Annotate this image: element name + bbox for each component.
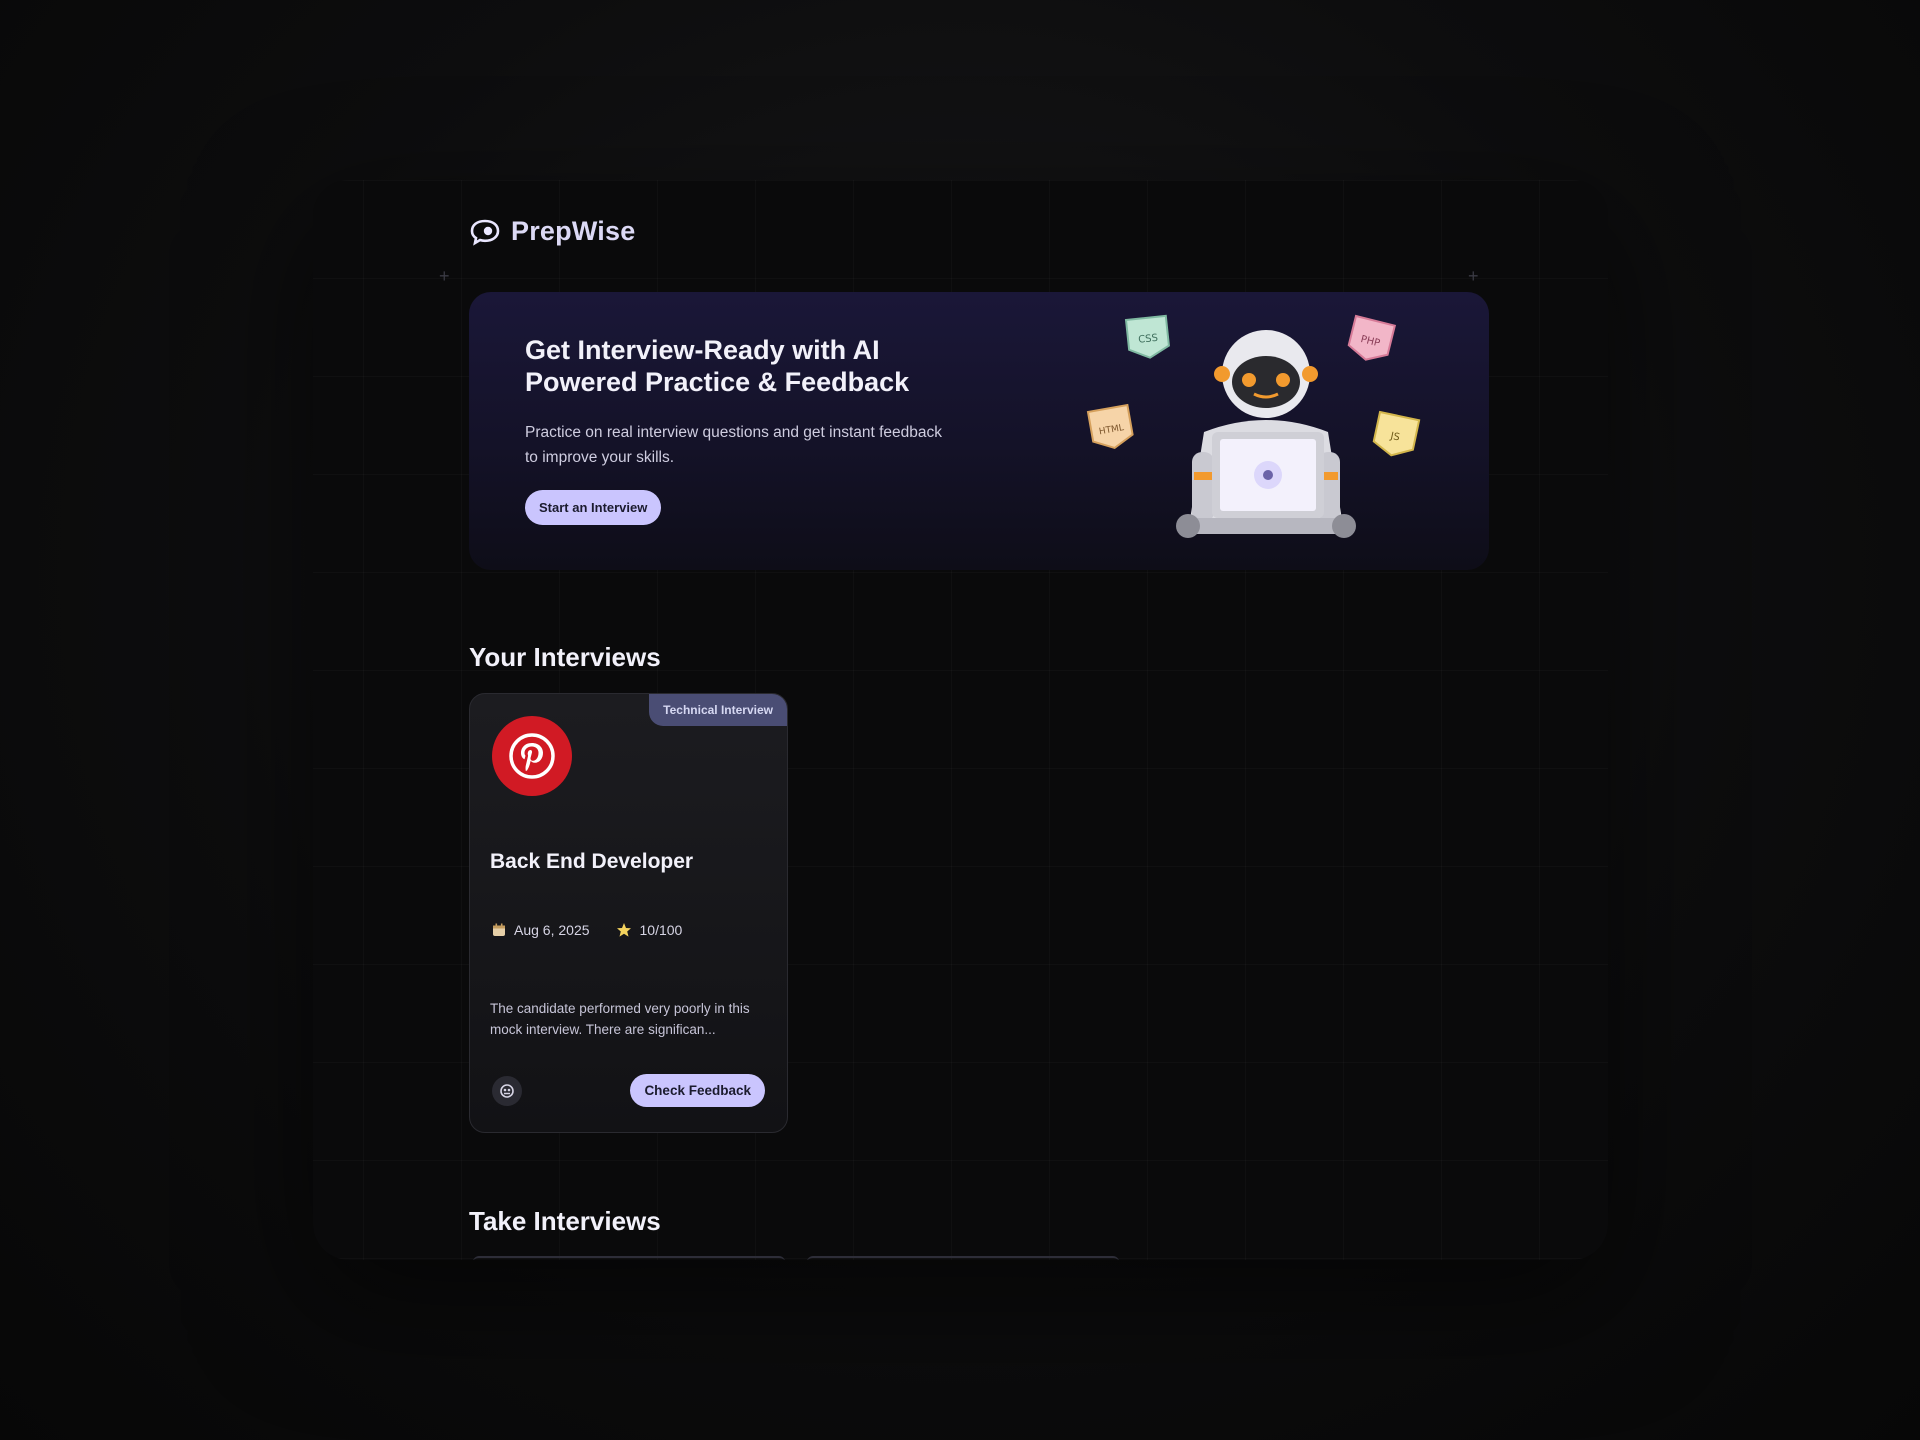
your-interviews-heading: Your Interviews [469,642,661,672]
hero-title-line: Get Interview-Ready with AI [525,335,880,365]
brain-icon [500,1084,514,1098]
hero-banner: Get Interview-Ready with AI Powered Prac… [469,292,1489,570]
chat-bubble-logo-icon [470,219,500,246]
robot-illustration: CSS PHP HTML JS [1086,314,1421,538]
navbar[interactable]: PrepWise [469,216,635,247]
interview-card-peek [473,1256,785,1260]
tag-label-css: CSS [1138,333,1159,346]
pinterest-logo-icon [492,716,572,796]
interview-meta: Aug 6, 2025 10/100 [492,922,682,938]
hero-subtitle-line: Practice on real interview questions and… [525,424,943,441]
app-window: + + PrepWise Get Interview-Ready with AI… [313,180,1608,1260]
interview-date: Aug 6, 2025 [514,922,590,938]
start-interview-button[interactable]: Start an Interview [525,490,662,525]
html-tag-icon: HTML [1086,403,1134,450]
hero-title: Get Interview-Ready with AI Powered Prac… [525,334,995,398]
feedback-summary: The candidate performed very poorly in t… [490,1001,750,1037]
sparkle-icon: + [439,266,450,286]
css-tag-icon: CSS [1124,314,1170,359]
php-tag-icon: PHP [1347,314,1397,361]
pinterest-glyph-icon [509,733,555,779]
interview-type-badge: Technical Interview [649,694,787,726]
brand-name: PrepWise [511,216,636,246]
check-feedback-button[interactable]: Check Feedback [630,1074,765,1107]
interview-card-peek [807,1256,1119,1260]
hero-text: Get Interview-Ready with AI Powered Prac… [525,334,995,525]
tech-stack-icon [492,1076,522,1106]
take-interviews-heading: Take Interviews [469,1206,661,1236]
js-tag-icon: JS [1372,410,1421,457]
sparkle-icon: + [1468,266,1479,286]
interview-score: 10/100 [639,922,683,938]
hero-subtitle-line: to improve your skills. [525,449,675,466]
calendar-icon [493,923,505,936]
interview-card: Technical Interview Back End Developer A… [469,693,788,1133]
job-role-title: Back End Developer [490,850,694,873]
star-icon [616,923,631,937]
hero-subtitle: Practice on real interview questions and… [525,420,995,470]
hero-title-line: Powered Practice & Feedback [525,367,910,397]
